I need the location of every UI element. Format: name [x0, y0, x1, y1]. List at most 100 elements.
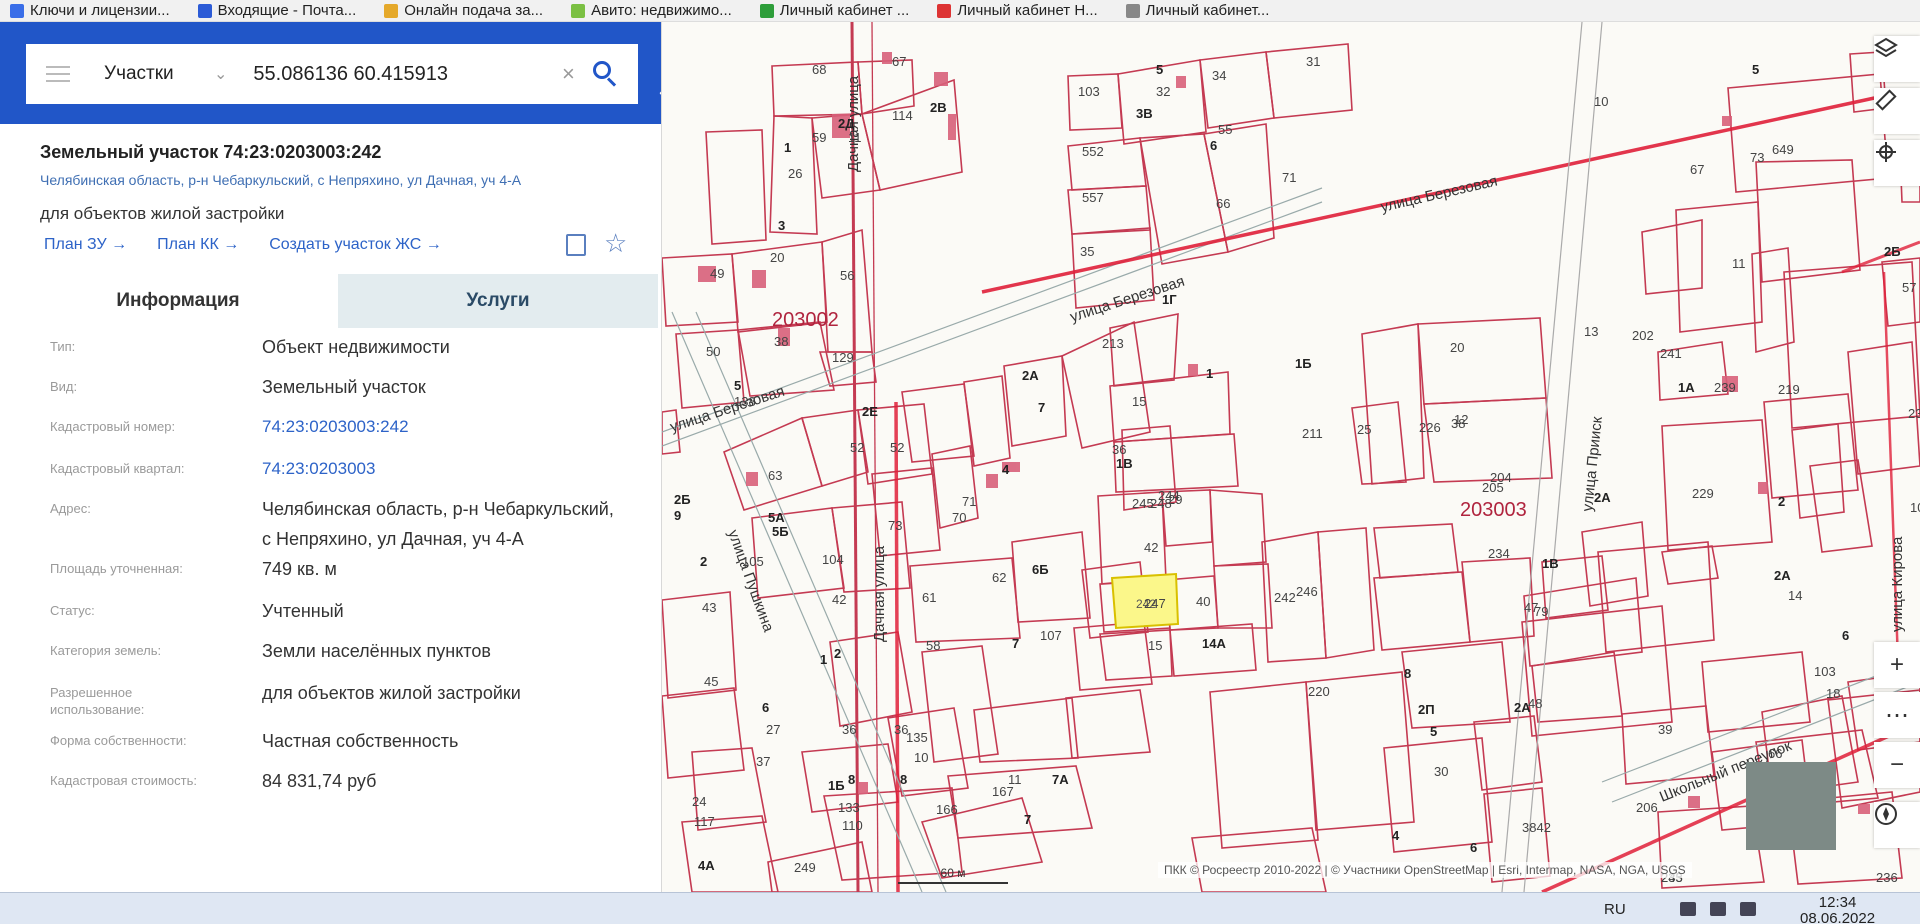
parcel-number-label: 104 [822, 552, 844, 567]
parcel-number-label: 59 [812, 130, 826, 145]
detail-label: Вид: [50, 379, 78, 394]
parcel-number-label: 30 [1434, 764, 1448, 779]
parcel-number-label: 167 [992, 784, 1014, 799]
parcel-number-label: 63 [768, 468, 782, 483]
tab-services[interactable]: Услуги [338, 274, 658, 328]
parcel-number-label: 234 [1488, 546, 1510, 561]
parcel-number-label: 105 [742, 554, 764, 569]
network-icon[interactable] [1680, 902, 1696, 916]
parcel-number-label: 2П [1418, 702, 1435, 717]
create-parcel-link[interactable]: Создать участок ЖС → [269, 236, 442, 254]
parcel-number-label: 71 [962, 494, 976, 509]
search-icon[interactable] [589, 57, 623, 91]
cadastral-map[interactable]: 242 улица Березовая улица Березовая улиц… [662, 22, 1920, 892]
language-indicator[interactable]: RU [1604, 901, 1626, 918]
parcel-number-label: 6 [1842, 628, 1849, 643]
parcel-number-label: 213 [1102, 336, 1124, 351]
parcel-number-label: 68 [812, 62, 826, 77]
plan-kk-link[interactable]: План КК → [157, 236, 239, 254]
parcel-number-label: 2 [1778, 494, 1785, 509]
bookmark-item[interactable]: Личный кабинет Н... [937, 2, 1098, 19]
bookmark-item[interactable]: Авито: недвижимо... [571, 2, 732, 19]
parcel-number-label: 15 [1132, 394, 1146, 409]
bookmark-favicon-icon [1125, 3, 1140, 18]
bookmark-item[interactable]: Входящие - Почта... [197, 2, 356, 19]
parcel-number-label: 42 [1144, 540, 1158, 555]
parcel-number-label: 2А [1514, 700, 1531, 715]
layers-button[interactable] [1874, 36, 1920, 82]
parcel-number-label: 36 [1112, 442, 1126, 457]
volume-icon[interactable] [1740, 902, 1756, 916]
close-icon[interactable]: × [553, 61, 583, 87]
parcel-number-label: 35 [1080, 244, 1094, 259]
compass-button[interactable] [1874, 802, 1920, 848]
bookmark-item[interactable]: Ключи и лицензии... [10, 2, 170, 19]
taskbar: RU 12:34 08.06.2022 [0, 892, 1920, 924]
detail-value-link[interactable]: 74:23:0203003:242 [262, 412, 622, 442]
parcel-number-label: 552 [1082, 144, 1104, 159]
parcel-number-label: 34 [1212, 68, 1226, 83]
parcel-number-label: 45 [704, 674, 718, 689]
chevron-down-icon[interactable]: ⌄ [214, 64, 227, 84]
parcel-number-label: 6 [1210, 138, 1217, 153]
search-bar: Участки ⌄ × [0, 22, 661, 124]
detail-label: Форма собственности: [50, 733, 187, 748]
parcel-number-label: 133 [838, 800, 860, 815]
parcel-number-label: 56 [840, 268, 854, 283]
map[interactable]: 242 улица Березовая улица Березовая улиц… [662, 22, 1920, 892]
parcel-number-label: 67 [892, 54, 906, 69]
detail-value: Частная собственность [262, 731, 459, 751]
parcel-address: Челябинская область, р-н Чебаркульский, … [40, 172, 522, 188]
crosshair-icon [1876, 142, 1896, 162]
layer-select[interactable]: Участки [104, 63, 214, 85]
parcel-number-label: 138 [734, 394, 756, 409]
parcel-number-label: 5 [1156, 62, 1163, 77]
bookmark-item[interactable]: Личный кабинет... [1125, 2, 1269, 19]
parcel-number-label: 31 [1306, 54, 1320, 69]
parcel-number-label: 107 [1040, 628, 1062, 643]
parcel-number-label: 73 [888, 518, 902, 533]
detail-value: 749 кв. м [262, 559, 337, 579]
detail-value: Земли населённых пунктов [262, 641, 491, 661]
clock[interactable]: 12:34 08.06.2022 [1800, 895, 1875, 924]
menu-icon[interactable] [46, 66, 70, 82]
collapse-panel-button[interactable]: ‹ [650, 62, 661, 122]
parcel-number-label: 42 [832, 592, 846, 607]
star-icon[interactable]: ☆ [604, 228, 627, 259]
layers-icon [1874, 37, 1898, 58]
parcel-number-label: 166 [936, 802, 958, 817]
parcel-number-label: 1 [820, 652, 827, 667]
basemap-thumbnail[interactable] [1746, 762, 1836, 850]
parcel-use: для объектов жилой застройки [40, 204, 285, 223]
bookmark-item[interactable]: Личный кабинет ... [759, 2, 909, 19]
parcel-number-label: 117 [694, 814, 715, 829]
parcel-number-label: 1А [1678, 380, 1695, 395]
parcel-number-label: 38 [774, 334, 788, 349]
more-button[interactable]: ⋯ [1874, 692, 1920, 738]
bookmark-item[interactable]: Онлайн подача за... [384, 2, 543, 19]
parcel-number-label: 110 [842, 818, 863, 833]
parcel-number-label: 7 [1024, 812, 1031, 827]
parcel-number-label: 5 [1752, 62, 1759, 77]
locate-button[interactable] [1874, 140, 1920, 186]
ruler-button[interactable] [1874, 88, 1920, 134]
detail-value-link[interactable]: 74:23:0203003 [262, 454, 622, 484]
zoom-out-button[interactable]: − [1874, 742, 1920, 788]
plan-zu-link[interactable]: План ЗУ → [44, 236, 127, 254]
detail-label: Кадастровый номер: [50, 419, 176, 434]
map-attribution: ПКК © Росреестр 2010-2022 | © Участники … [1158, 862, 1692, 878]
document-search-icon[interactable] [566, 234, 586, 256]
street-label-dachnaya-2: Дачная улица [871, 545, 888, 642]
detail-label: Площадь уточненная: [50, 561, 183, 576]
battery-icon[interactable] [1710, 902, 1726, 916]
parcel-number-label: 79 [1534, 604, 1548, 619]
zoom-in-button[interactable]: + [1874, 642, 1920, 688]
tab-info[interactable]: Информация [18, 274, 338, 328]
search-input[interactable] [253, 62, 554, 86]
bookmark-label: Личный кабинет Н... [957, 2, 1098, 19]
bookmark-favicon-icon [759, 3, 774, 18]
parcel-number-label: 1 [784, 140, 791, 155]
parcel-number-label: 11 [848, 130, 862, 145]
parcel-number-label: 1Г [1162, 292, 1177, 307]
parcel-number-label: 11 [1732, 256, 1746, 271]
